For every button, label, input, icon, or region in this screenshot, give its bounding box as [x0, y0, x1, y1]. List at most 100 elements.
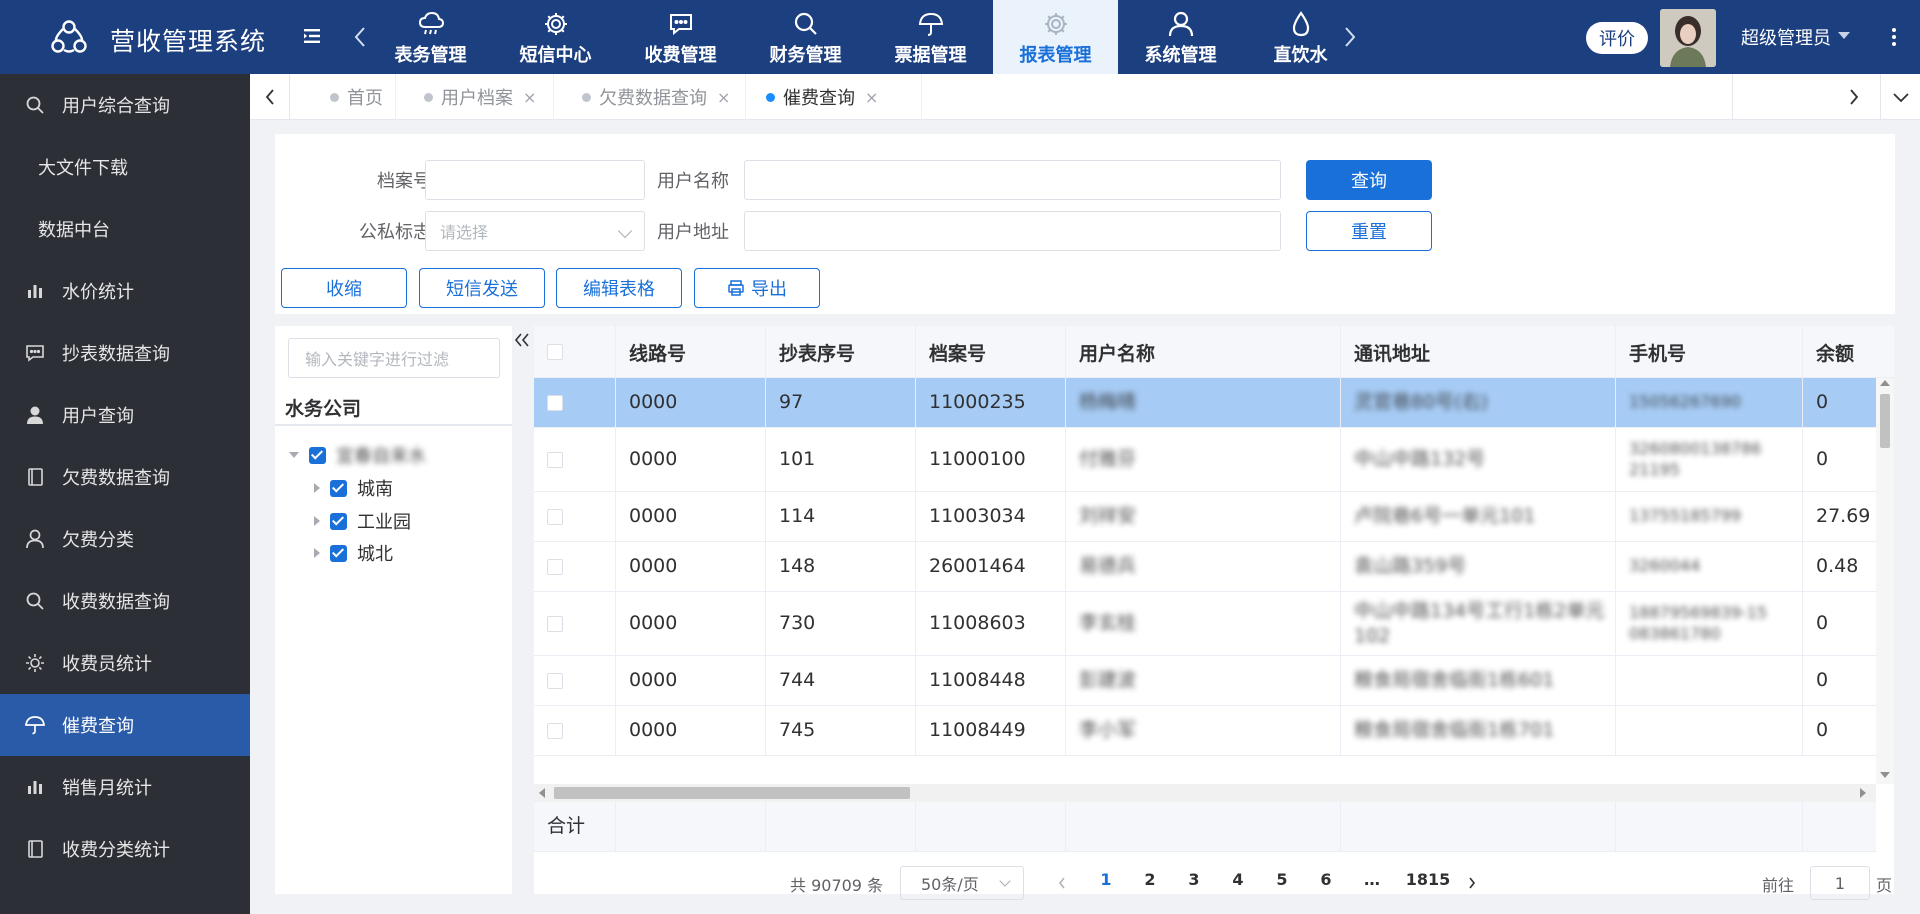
- column-header-line[interactable]: 线路号: [616, 326, 766, 378]
- row-checkbox[interactable]: [547, 558, 563, 575]
- sidebar-item-arrears-data-query[interactable]: 欠费数据查询: [0, 446, 250, 508]
- tab-home[interactable]: 首页: [290, 74, 396, 120]
- prev-page-button[interactable]: [1052, 870, 1072, 896]
- row-checkbox[interactable]: [547, 672, 563, 689]
- column-header-user-name[interactable]: 用户名称: [1066, 326, 1341, 378]
- scroll-left-icon[interactable]: [539, 788, 545, 798]
- tree-node-checkbox[interactable]: [309, 446, 326, 464]
- sidebar-item-water-price-stats[interactable]: 水价统计: [0, 260, 250, 322]
- collapse-tree-icon[interactable]: [512, 330, 532, 350]
- sidebar-item-large-file-download[interactable]: 大文件下载: [0, 136, 250, 198]
- tree-node-chengbei[interactable]: 城北: [314, 540, 393, 566]
- export-button[interactable]: 导出: [694, 268, 820, 308]
- sidebar-item-user-overview-query[interactable]: 用户综合查询: [0, 74, 250, 136]
- column-header-seq[interactable]: 抄表序号: [766, 326, 916, 378]
- public-private-select[interactable]: 请选择: [425, 211, 645, 251]
- page-number[interactable]: 1815: [1404, 870, 1452, 896]
- table-row[interactable]: 0000 97 11000235 杨梅晴 灵官巷80号(右) 15056267690 0: [534, 378, 1876, 428]
- menu-toggle-icon[interactable]: [300, 24, 324, 48]
- module-meter-management[interactable]: 表务管理: [368, 0, 493, 74]
- table-horizontal-scrollbar[interactable]: [534, 784, 1876, 802]
- modules-scroll-left-icon[interactable]: [350, 24, 370, 50]
- sidebar-item-charge-category-stats[interactable]: 收费分类统计: [0, 818, 250, 880]
- page-number[interactable]: 5: [1270, 870, 1294, 896]
- scroll-up-icon[interactable]: [1880, 380, 1890, 386]
- module-report-management[interactable]: 报表管理: [993, 0, 1118, 74]
- sidebar-item-data-center[interactable]: 数据中台: [0, 198, 250, 260]
- archive-no-input[interactable]: [425, 160, 645, 200]
- column-header-phone[interactable]: 手机号: [1616, 326, 1803, 378]
- column-header-archive[interactable]: 档案号: [916, 326, 1066, 378]
- table-row[interactable]: 0000 101 11000100 付雅芬 中山中路132号 3260800138786 …: [534, 428, 1876, 492]
- sidebar-item-monthly-sales-stats[interactable]: 销售月统计: [0, 756, 250, 818]
- caret-right-icon[interactable]: [314, 516, 320, 526]
- table-row[interactable]: 0000 148 26001464 易德兵 袁山路359号 3260044 0.48: [534, 542, 1876, 592]
- tree-node-checkbox[interactable]: [330, 544, 347, 562]
- module-charge-management[interactable]: 收费管理: [618, 0, 743, 74]
- tree-node-checkbox[interactable]: [330, 512, 347, 530]
- tab-dunning-query[interactable]: 催费查询 ×: [746, 74, 922, 120]
- next-page-button[interactable]: [1462, 870, 1482, 896]
- user-menu[interactable]: 超级管理员: [1741, 24, 1831, 50]
- user-address-input[interactable]: [744, 211, 1281, 251]
- column-header-address[interactable]: 通讯地址: [1341, 326, 1616, 378]
- page-number[interactable]: 6: [1314, 870, 1338, 896]
- scroll-down-icon[interactable]: [1880, 772, 1890, 778]
- review-button[interactable]: 评价: [1586, 22, 1648, 54]
- module-system-management[interactable]: 系统管理: [1118, 0, 1243, 74]
- page-number[interactable]: 1: [1094, 870, 1118, 896]
- tree-node-chengnan[interactable]: 城南: [314, 475, 393, 501]
- row-checkbox[interactable]: [547, 722, 563, 739]
- sidebar-item-charge-data-query[interactable]: 收费数据查询: [0, 570, 250, 632]
- modules-scroll-right-icon[interactable]: [1340, 24, 1360, 50]
- user-name-input[interactable]: [744, 160, 1281, 200]
- tree-node-root[interactable]: 宜春自来水: [289, 442, 426, 468]
- close-icon[interactable]: ×: [523, 88, 536, 107]
- tab-user-archive[interactable]: 用户档案 ×: [396, 74, 554, 120]
- tabs-scroll-left-button[interactable]: [250, 74, 290, 120]
- table-row[interactable]: 0000 730 11008603 李玄桂 中山中路134号工行1栋2单元102 1887…: [534, 592, 1876, 656]
- more-vertical-icon[interactable]: [1888, 24, 1900, 50]
- row-checkbox[interactable]: [547, 451, 563, 468]
- sidebar-item-arrears-category[interactable]: 欠费分类: [0, 508, 250, 570]
- module-finance-management[interactable]: 财务管理: [743, 0, 868, 74]
- close-icon[interactable]: ×: [717, 88, 730, 107]
- page-size-select[interactable]: 50条/页: [900, 866, 1024, 900]
- column-header-balance[interactable]: 余额: [1803, 326, 1894, 378]
- table-vertical-scrollbar[interactable]: [1876, 378, 1894, 784]
- page-ellipsis[interactable]: …: [1360, 870, 1384, 896]
- module-bill-management[interactable]: 票据管理: [868, 0, 993, 74]
- edit-table-button[interactable]: 编辑表格: [556, 268, 682, 308]
- tree-node-checkbox[interactable]: [330, 479, 347, 497]
- avatar[interactable]: [1660, 9, 1716, 67]
- scrollbar-thumb[interactable]: [1880, 394, 1890, 448]
- sidebar-item-meter-data-query[interactable]: 抄表数据查询: [0, 322, 250, 384]
- table-row[interactable]: 0000 744 11008448 彭建波 粮食局宿舍临街1栋601 0: [534, 656, 1876, 706]
- table-row[interactable]: 0000 745 11008449 李小军 粮食局宿舍临街1栋701 0: [534, 706, 1876, 756]
- sidebar-item-collector-stats[interactable]: 收费员统计: [0, 632, 250, 694]
- page-number[interactable]: 3: [1182, 870, 1206, 896]
- select-all-checkbox[interactable]: [547, 344, 563, 360]
- caret-down-icon[interactable]: [289, 452, 299, 458]
- module-sms-center[interactable]: 短信中心: [493, 0, 618, 74]
- chevron-down-icon[interactable]: [1838, 32, 1850, 39]
- scrollbar-thumb[interactable]: [554, 787, 910, 799]
- sms-send-button[interactable]: 短信发送: [419, 268, 545, 308]
- scroll-right-icon[interactable]: [1860, 788, 1866, 798]
- sidebar-item-dunning-query[interactable]: 催费查询: [0, 694, 250, 756]
- caret-right-icon[interactable]: [314, 483, 320, 493]
- tabs-menu-button[interactable]: [1880, 74, 1920, 120]
- row-checkbox[interactable]: [547, 394, 563, 411]
- table-row[interactable]: 0000 114 11003034 刘祥安 卢院巷6号一单元101 13755185799…: [534, 492, 1876, 542]
- page-number[interactable]: 4: [1226, 870, 1250, 896]
- caret-right-icon[interactable]: [314, 548, 320, 558]
- tab-arrears-data-query[interactable]: 欠费数据查询 ×: [554, 74, 746, 120]
- tree-filter-input[interactable]: 输入关键字进行过滤: [288, 338, 500, 378]
- query-button[interactable]: 查询: [1306, 160, 1432, 200]
- tree-node-industrial-park[interactable]: 工业园: [314, 508, 411, 534]
- sidebar-item-user-query[interactable]: 用户查询: [0, 384, 250, 446]
- collapse-button[interactable]: 收缩: [281, 268, 407, 308]
- reset-button[interactable]: 重置: [1306, 211, 1432, 251]
- tabs-scroll-right-button[interactable]: [1732, 74, 1880, 120]
- close-icon[interactable]: ×: [865, 88, 878, 107]
